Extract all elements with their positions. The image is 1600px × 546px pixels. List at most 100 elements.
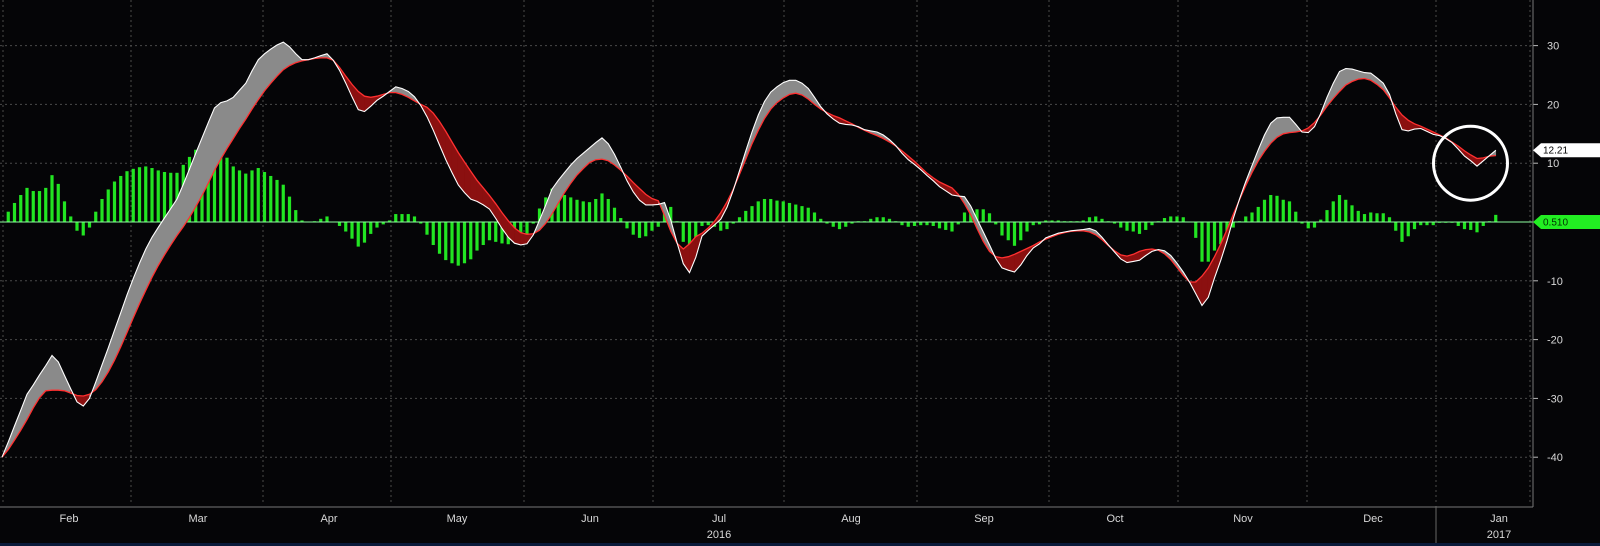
- histogram-bar: [1019, 222, 1023, 241]
- histogram-bar: [587, 202, 592, 222]
- histogram-bar: [44, 187, 48, 222]
- histogram-bar: [1325, 210, 1329, 222]
- histogram-bar: [456, 222, 460, 266]
- histogram-bar: [631, 222, 635, 235]
- histogram-bar: [1387, 217, 1392, 222]
- histogram-bar: [612, 207, 617, 222]
- histogram-bar: [806, 207, 810, 222]
- histogram-bar: [950, 222, 954, 232]
- histogram-bar: [1337, 195, 1342, 222]
- histogram-bar: [462, 222, 467, 264]
- histogram-bar: [781, 201, 785, 222]
- histogram-bar: [344, 222, 348, 232]
- histogram-bar: [562, 195, 567, 222]
- histogram-bar: [1475, 222, 1479, 233]
- x-tick-label: Feb: [60, 513, 79, 525]
- histogram-bar: [1344, 199, 1348, 222]
- histogram-bar: [1250, 212, 1254, 222]
- histogram-bar: [944, 222, 948, 230]
- x-tick-label: Jun: [581, 513, 599, 525]
- x-tick-label: May: [447, 513, 468, 525]
- histogram-bar: [487, 222, 492, 241]
- histogram-bar: [350, 222, 354, 239]
- x-tick-label: Apr: [320, 513, 337, 525]
- histogram-bar: [719, 222, 723, 231]
- histogram-bar: [681, 222, 685, 242]
- histogram-bar: [837, 222, 842, 230]
- histogram-bar: [225, 157, 229, 222]
- histogram-bar: [762, 198, 767, 222]
- histogram-bar: [725, 222, 729, 230]
- x-tick-label: Jan: [1490, 513, 1508, 525]
- histogram-bar: [144, 166, 148, 222]
- histogram-bar: [737, 217, 742, 222]
- histogram-bar: [269, 175, 273, 222]
- histogram-bar: [581, 201, 585, 222]
- histogram-bar: [1381, 213, 1385, 222]
- histogram-bar: [750, 206, 754, 222]
- histogram-bar: [600, 193, 604, 222]
- histogram-bar: [475, 222, 479, 251]
- histogram-bar: [619, 218, 623, 222]
- histogram-bar: [800, 206, 804, 222]
- histogram-bar: [125, 171, 129, 222]
- histogram-bar: [650, 222, 654, 231]
- histogram-bar: [606, 198, 610, 222]
- histogram-bar: [237, 170, 242, 222]
- y-tick-label: 30: [1547, 41, 1559, 53]
- histogram-bar: [1369, 212, 1373, 222]
- histogram-bar: [569, 197, 573, 222]
- histogram-bar: [1206, 222, 1210, 262]
- histogram-bar: [1169, 216, 1173, 222]
- x-tick-label: Nov: [1233, 513, 1253, 525]
- histogram-bar: [287, 196, 292, 222]
- last-value-label: 12.21: [1543, 146, 1568, 157]
- histogram-bar: [931, 222, 935, 226]
- histogram-bar: [244, 173, 248, 222]
- histogram-bar: [1181, 217, 1185, 222]
- histogram-bar: [412, 216, 417, 222]
- histogram-bar: [1469, 222, 1473, 230]
- histogram-bar: [106, 189, 110, 222]
- histogram-bar: [1125, 222, 1129, 231]
- histogram-bar: [444, 222, 448, 261]
- histogram-bar: [1481, 222, 1485, 226]
- histogram-bar: [56, 183, 60, 222]
- histogram-bar: [1025, 222, 1029, 232]
- x-tick-label: Aug: [841, 513, 861, 525]
- histogram-bar: [844, 222, 848, 227]
- histogram-bar: [594, 198, 598, 222]
- histogram-bar: [1306, 222, 1310, 229]
- histogram-bar: [775, 200, 779, 222]
- y-tick-label: 20: [1547, 99, 1559, 111]
- histogram-bar: [294, 210, 298, 222]
- histogram-bar: [1200, 222, 1204, 262]
- histogram-bar: [1375, 213, 1379, 222]
- histogram-bar: [1144, 222, 1148, 230]
- histogram-bar: [425, 222, 429, 235]
- x-tick-label: Mar: [189, 513, 208, 525]
- histogram-bar: [1331, 201, 1335, 222]
- histogram-bar: [656, 222, 660, 227]
- x-tick-label: Oct: [1106, 513, 1123, 525]
- histogram-bar: [156, 170, 160, 222]
- histogram-bar: [162, 171, 167, 222]
- histogram-bar: [362, 222, 367, 243]
- histogram-bar: [19, 195, 23, 222]
- chart-panel: 30 20 10 -10 -20 -30 -40 Feb Mar Apr May Jun Jul Aug S…: [0, 0, 1600, 546]
- histogram-bar: [962, 212, 967, 222]
- histogram-bar: [1287, 201, 1292, 222]
- histogram-bar: [1356, 210, 1360, 222]
- y-tick-label: 10: [1547, 158, 1559, 170]
- histogram-bar: [1137, 222, 1142, 234]
- histogram-bar: [1400, 222, 1404, 242]
- histogram-bar: [94, 211, 98, 222]
- histogram-bar: [937, 222, 942, 229]
- histogram-bar: [394, 214, 398, 222]
- histogram-bar: [1006, 222, 1010, 241]
- histogram-bar: [81, 222, 85, 236]
- histogram-bar: [75, 222, 79, 231]
- macd-chart: 30 20 10 -10 -20 -30 -40 Feb Mar Apr May Jun Jul Aug S…: [0, 0, 1600, 546]
- histogram-bar: [1350, 205, 1354, 222]
- histogram-bar: [812, 212, 817, 222]
